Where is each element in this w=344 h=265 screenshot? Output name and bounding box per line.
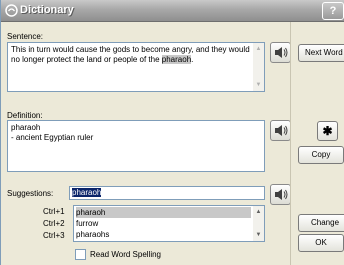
suggestions-scrollbar[interactable]: ▲ ▼ bbox=[253, 206, 264, 241]
scroll-down-icon[interactable]: ▼ bbox=[254, 231, 263, 239]
sentence-text-after: . bbox=[191, 55, 194, 64]
read-spelling-checkbox[interactable] bbox=[75, 249, 86, 260]
sentence-label: Sentence: bbox=[7, 32, 44, 41]
suggestion-input-value: pharaoh bbox=[72, 188, 102, 197]
panel-divider bbox=[290, 22, 291, 265]
hotkey-label: Ctrl+2 bbox=[43, 219, 65, 228]
dictionary-window: Dictionary ? Sentence: This in turn woul… bbox=[0, 0, 344, 265]
suggestions-label: Suggestions: bbox=[7, 189, 54, 198]
list-item[interactable]: pharaoh bbox=[76, 207, 251, 218]
speak-sentence-button[interactable] bbox=[270, 42, 291, 63]
sentence-scrollbar[interactable]: ▲ ▼ bbox=[253, 43, 264, 91]
sentence-text-before: This in turn would cause the gods to bec… bbox=[11, 45, 250, 64]
speaker-icon bbox=[275, 189, 288, 200]
suggestion-input[interactable]: pharaoh bbox=[69, 186, 265, 200]
speaker-icon bbox=[275, 125, 288, 136]
definition-label: Definition: bbox=[7, 111, 43, 120]
dictionary-app-icon bbox=[5, 4, 18, 17]
definition-line: pharaoh bbox=[11, 123, 41, 132]
sentence-highlighted-word: pharaoh bbox=[161, 55, 192, 64]
suggestions-list[interactable]: pharaoh furrow pharaohs ▲ ▼ bbox=[73, 205, 265, 242]
copy-button[interactable]: Copy bbox=[298, 146, 344, 164]
next-word-button[interactable]: Next Word bbox=[298, 44, 344, 62]
speak-suggestion-button[interactable] bbox=[270, 184, 291, 205]
speaker-icon bbox=[275, 47, 288, 58]
title-bar[interactable]: Dictionary ? bbox=[1, 0, 344, 22]
sentence-textbox[interactable]: This in turn would cause the gods to bec… bbox=[7, 42, 265, 92]
help-button[interactable]: ? bbox=[322, 2, 344, 20]
read-spelling-label: Read Word Spelling bbox=[90, 250, 162, 259]
hotkey-label: Ctrl+3 bbox=[43, 231, 65, 240]
asterisk-icon: ✱ bbox=[322, 124, 333, 138]
scroll-up-icon[interactable]: ▲ bbox=[254, 45, 263, 53]
definition-line: - ancient Egyptian ruler bbox=[11, 133, 94, 142]
window-title: Dictionary bbox=[20, 4, 74, 16]
star-button[interactable]: ✱ bbox=[317, 121, 338, 141]
ok-button[interactable]: OK bbox=[298, 234, 344, 252]
list-item[interactable]: pharaohs bbox=[76, 229, 251, 240]
definition-textbox[interactable]: pharaoh - ancient Egyptian ruler bbox=[7, 120, 265, 172]
list-item[interactable]: furrow bbox=[76, 218, 251, 229]
hotkey-label: Ctrl+1 bbox=[43, 207, 65, 216]
change-button[interactable]: Change bbox=[298, 214, 344, 232]
speak-definition-button[interactable] bbox=[270, 120, 291, 141]
scroll-up-icon[interactable]: ▲ bbox=[254, 208, 263, 216]
scroll-down-icon[interactable]: ▼ bbox=[254, 81, 263, 89]
